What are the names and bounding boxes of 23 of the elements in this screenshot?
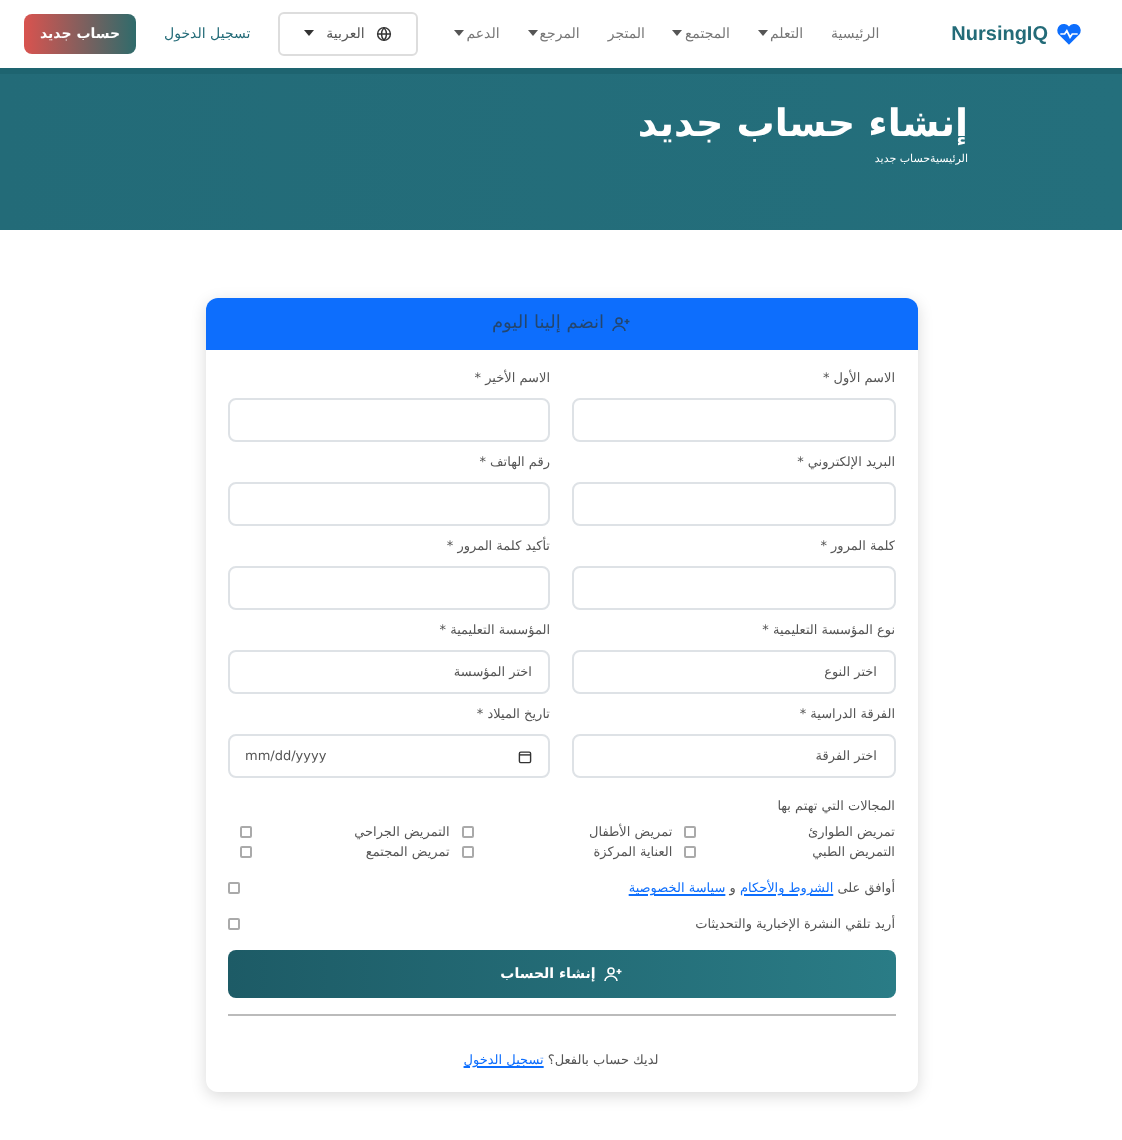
globe-icon <box>376 26 393 42</box>
checkbox[interactable] <box>684 826 697 838</box>
card-title: انضم إلينا اليوم <box>491 314 605 334</box>
input-field[interactable] <box>227 398 550 442</box>
checkbox[interactable] <box>227 918 239 930</box>
brand-name[interactable]: NursingIQ <box>951 23 1048 45</box>
calendar-icon <box>518 749 532 763</box>
checkbox[interactable] <box>239 826 251 838</box>
input-field[interactable] <box>572 566 895 610</box>
checkbox[interactable] <box>227 882 239 894</box>
user-plus-icon <box>612 316 631 332</box>
input-field[interactable] <box>572 398 895 442</box>
input-field[interactable] <box>227 482 550 526</box>
checkbox[interactable] <box>461 846 474 858</box>
input-field[interactable] <box>572 482 895 526</box>
caret-icon <box>304 30 315 38</box>
heart-pulse-icon <box>1056 22 1082 46</box>
checkbox[interactable] <box>239 846 251 858</box>
page-title: إنشاء حساب جديد <box>635 102 968 146</box>
checkbox[interactable] <box>461 826 474 838</box>
checkbox[interactable] <box>684 846 697 858</box>
input-field[interactable] <box>227 566 550 610</box>
user-plus-icon <box>603 966 622 982</box>
